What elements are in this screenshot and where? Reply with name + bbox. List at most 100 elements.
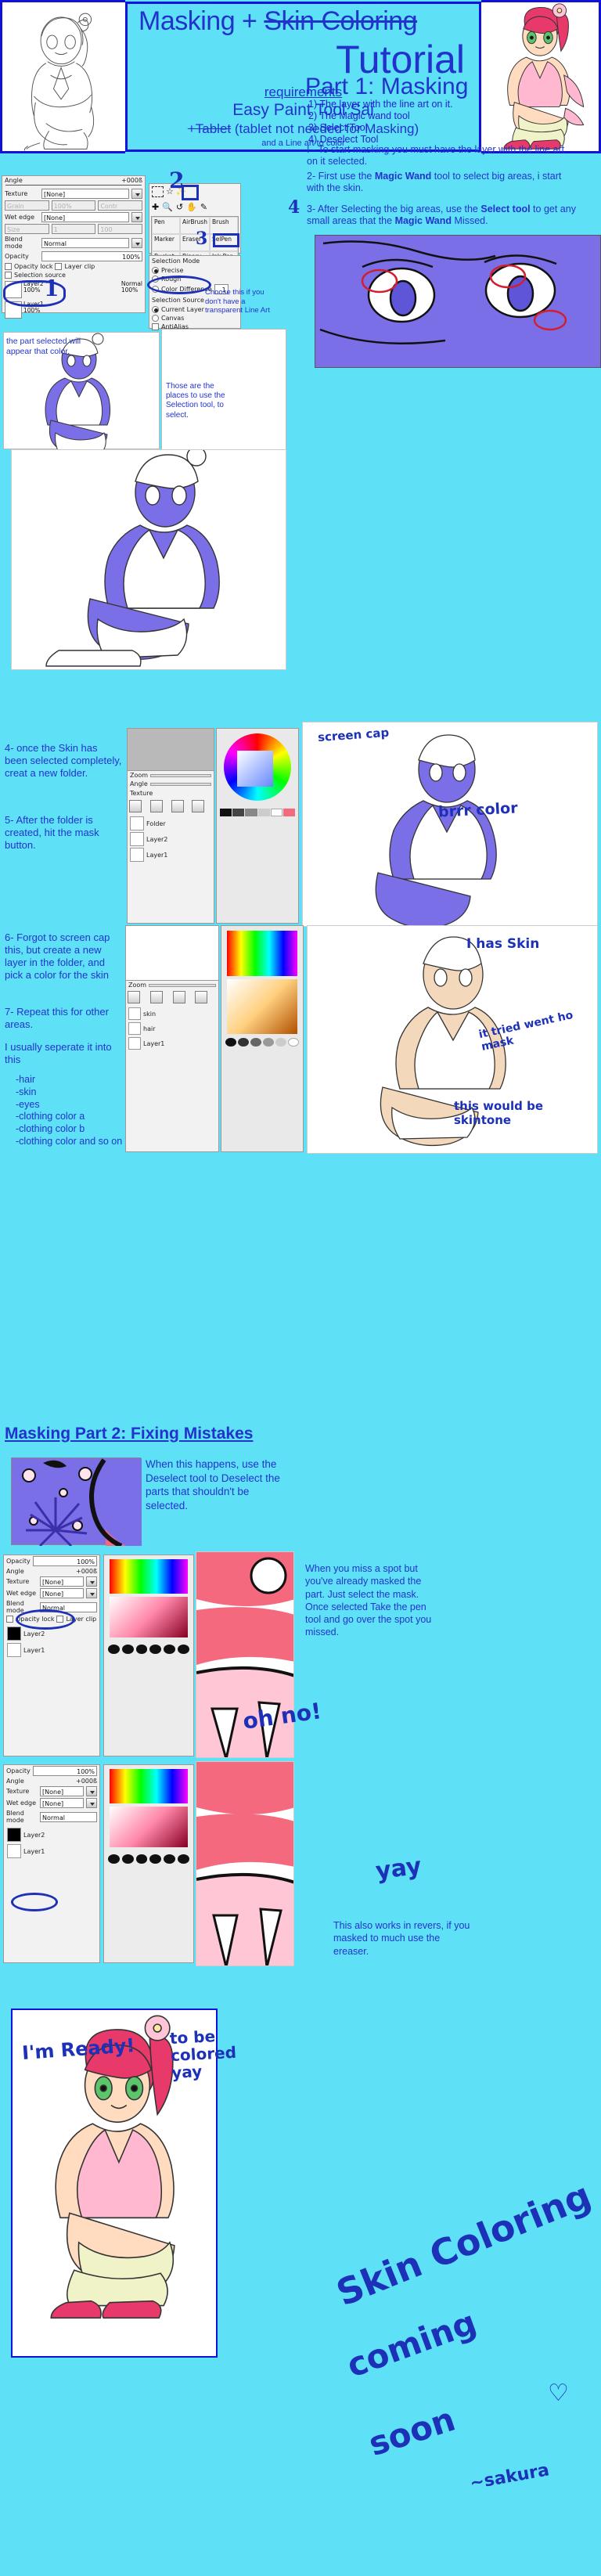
new-layer-button-2[interactable] <box>128 991 140 1003</box>
tool-pen[interactable]: Pen <box>152 217 181 234</box>
dot2-1[interactable] <box>121 1854 134 1864</box>
swatch2-4[interactable] <box>275 1038 286 1047</box>
color-square-fix1[interactable] <box>110 1597 188 1637</box>
rotate-icon[interactable]: ↺ <box>176 202 183 212</box>
fix2-wetedge-row[interactable]: Wet edge [None] <box>4 1797 99 1809</box>
layer-list-item-folder[interactable]: Folder <box>130 816 211 830</box>
sai-layers-panel-step6[interactable]: Zoom skin hair Layer1 <box>125 925 219 1152</box>
antialias-checkbox[interactable] <box>152 323 159 330</box>
navigator-preview[interactable] <box>128 729 214 771</box>
swatch-2[interactable] <box>245 809 257 816</box>
wetedge-dropdown-icon[interactable] <box>131 212 142 222</box>
swatch-grid[interactable] <box>217 805 298 820</box>
fix2-mask-thumbnail[interactable] <box>7 1828 21 1842</box>
dot2-4[interactable] <box>164 1854 176 1864</box>
layer-button-grid[interactable] <box>128 798 214 814</box>
blend-value[interactable]: Normal <box>41 237 129 248</box>
fix2-texture-row[interactable]: Texture [None] <box>4 1785 99 1797</box>
dot-4[interactable] <box>164 1645 176 1654</box>
layer-list-item-layer1[interactable]: Layer1 <box>130 848 211 862</box>
color-strip[interactable] <box>227 931 297 976</box>
sai-color-panel-2[interactable] <box>221 925 304 1152</box>
dot-5[interactable] <box>178 1645 189 1654</box>
texture-row[interactable]: Texture [None] <box>2 188 145 200</box>
sai-layers-panel-step4[interactable]: Zoom Angle Texture Folder Layer2 Layer1 <box>127 728 214 924</box>
tool-marker[interactable]: Marker <box>152 234 181 251</box>
sai-panel-fix-2[interactable]: Opacity 100% Angle +000ß Texture [None] Wet… <box>3 1764 100 1963</box>
fix2-opacity-row[interactable]: Opacity 100% <box>4 1765 99 1777</box>
color-strip-fix1[interactable] <box>110 1559 188 1594</box>
color-strip-fix2[interactable] <box>110 1769 188 1803</box>
tool-brush[interactable]: Brush <box>209 217 238 234</box>
fix1-texture-value[interactable]: [None] <box>40 1576 84 1587</box>
mask-button[interactable] <box>171 800 184 812</box>
dot2-3[interactable] <box>149 1854 162 1864</box>
dot-2[interactable] <box>135 1645 148 1654</box>
layer-list-2[interactable]: skin hair Layer1 <box>126 1005 218 1052</box>
swatch2-0[interactable] <box>225 1038 236 1047</box>
texture-value[interactable]: [None] <box>41 189 129 199</box>
delete-layer-button[interactable] <box>192 800 205 812</box>
dot-3[interactable] <box>149 1645 162 1654</box>
opacity-row[interactable]: Opacity 100% <box>2 250 145 262</box>
color-square-2[interactable] <box>227 979 297 1034</box>
layer-item-c[interactable]: Layer1 <box>128 1037 216 1050</box>
selection-source-checkbox[interactable] <box>5 272 12 279</box>
layer-list[interactable]: Folder Layer2 Layer1 <box>128 814 214 864</box>
sai-color-panel-fix2[interactable] <box>103 1764 194 1963</box>
zoom-row[interactable]: Zoom <box>128 771 214 780</box>
fix1-opacity-value[interactable]: 100% <box>32 1556 97 1566</box>
fix2-wetedge-dropdown-icon[interactable] <box>86 1798 97 1808</box>
color-square-fix2[interactable] <box>110 1807 188 1847</box>
fix1-wetedge-dropdown-icon[interactable] <box>86 1588 97 1598</box>
selection-mode-precise[interactable]: Precise <box>149 266 240 275</box>
zoom-icon[interactable]: 🔍 <box>162 202 173 212</box>
angle-slider-track[interactable] <box>5 185 142 186</box>
layer-list-item-layer2[interactable]: Layer2 <box>130 832 211 846</box>
dot-1[interactable] <box>121 1645 134 1654</box>
angle-slider-2[interactable] <box>149 782 211 786</box>
fix1-texture-dropdown-icon[interactable] <box>86 1576 97 1587</box>
fix2-angle-row[interactable]: Angle +000ß <box>4 1777 99 1785</box>
fix2-blend-value[interactable]: Normal <box>40 1811 97 1822</box>
fix2-blend-row[interactable]: Blend mode Normal <box>4 1809 99 1825</box>
radio-current-layer[interactable] <box>152 306 159 313</box>
zoom-slider-2[interactable] <box>149 983 216 987</box>
sai-panel-fix-1[interactable]: Opacity 100% Angle +000ß Texture [None] Wet… <box>3 1555 100 1756</box>
new-layer-button[interactable] <box>129 800 142 812</box>
dot2-2[interactable] <box>135 1854 148 1864</box>
layer-thumb-b[interactable] <box>128 1022 141 1035</box>
delete-layer-button-2[interactable] <box>195 991 208 1003</box>
fix1-opacity-lock-checkbox[interactable] <box>6 1616 13 1623</box>
radio-precise[interactable] <box>152 267 159 274</box>
fix2-texture-value[interactable]: [None] <box>40 1786 84 1796</box>
tool-row-2[interactable]: ✚ 🔍 ↺ ✋ ✎ <box>149 200 240 214</box>
blend-dropdown-icon[interactable] <box>131 237 142 248</box>
dot2-5[interactable] <box>178 1854 189 1864</box>
swatch2-5[interactable] <box>288 1038 299 1047</box>
blend-row[interactable]: Blend mode Normal <box>2 235 145 250</box>
layer-clip-checkbox[interactable] <box>55 263 63 270</box>
swatch2-3[interactable] <box>263 1038 274 1047</box>
swatch2-2[interactable] <box>250 1038 261 1047</box>
layer-item-b[interactable]: hair <box>128 1022 216 1035</box>
wetedge-row[interactable]: Wet edge [None] <box>2 211 145 223</box>
color-square[interactable] <box>237 751 273 787</box>
zoom-row-2[interactable]: Zoom <box>126 981 218 989</box>
fix1-angle-row[interactable]: Angle +000ß <box>4 1567 99 1576</box>
marquee-select-icon[interactable] <box>152 186 164 197</box>
dot2-0[interactable] <box>108 1854 120 1864</box>
swatch-1[interactable] <box>232 809 245 816</box>
swatch-5[interactable] <box>283 809 295 816</box>
wetedge-value[interactable]: [None] <box>41 212 129 222</box>
sai-color-wheel-panel[interactable] <box>216 728 299 924</box>
layer1-thumbnail-2[interactable] <box>130 848 144 862</box>
fix2-layer-list[interactable]: Layer2 Layer1 <box>4 1825 99 1861</box>
layer-item-a[interactable]: skin <box>128 1007 216 1020</box>
fix2-wetedge-value[interactable]: [None] <box>40 1798 84 1808</box>
new-folder-button[interactable] <box>149 800 163 812</box>
fix1-layer-row-2[interactable]: Layer1 <box>7 1643 96 1657</box>
swatch-4[interactable] <box>270 809 283 816</box>
fix1-mask-thumbnail[interactable] <box>7 1627 21 1641</box>
fix1-wetedge-value[interactable]: [None] <box>40 1588 84 1598</box>
